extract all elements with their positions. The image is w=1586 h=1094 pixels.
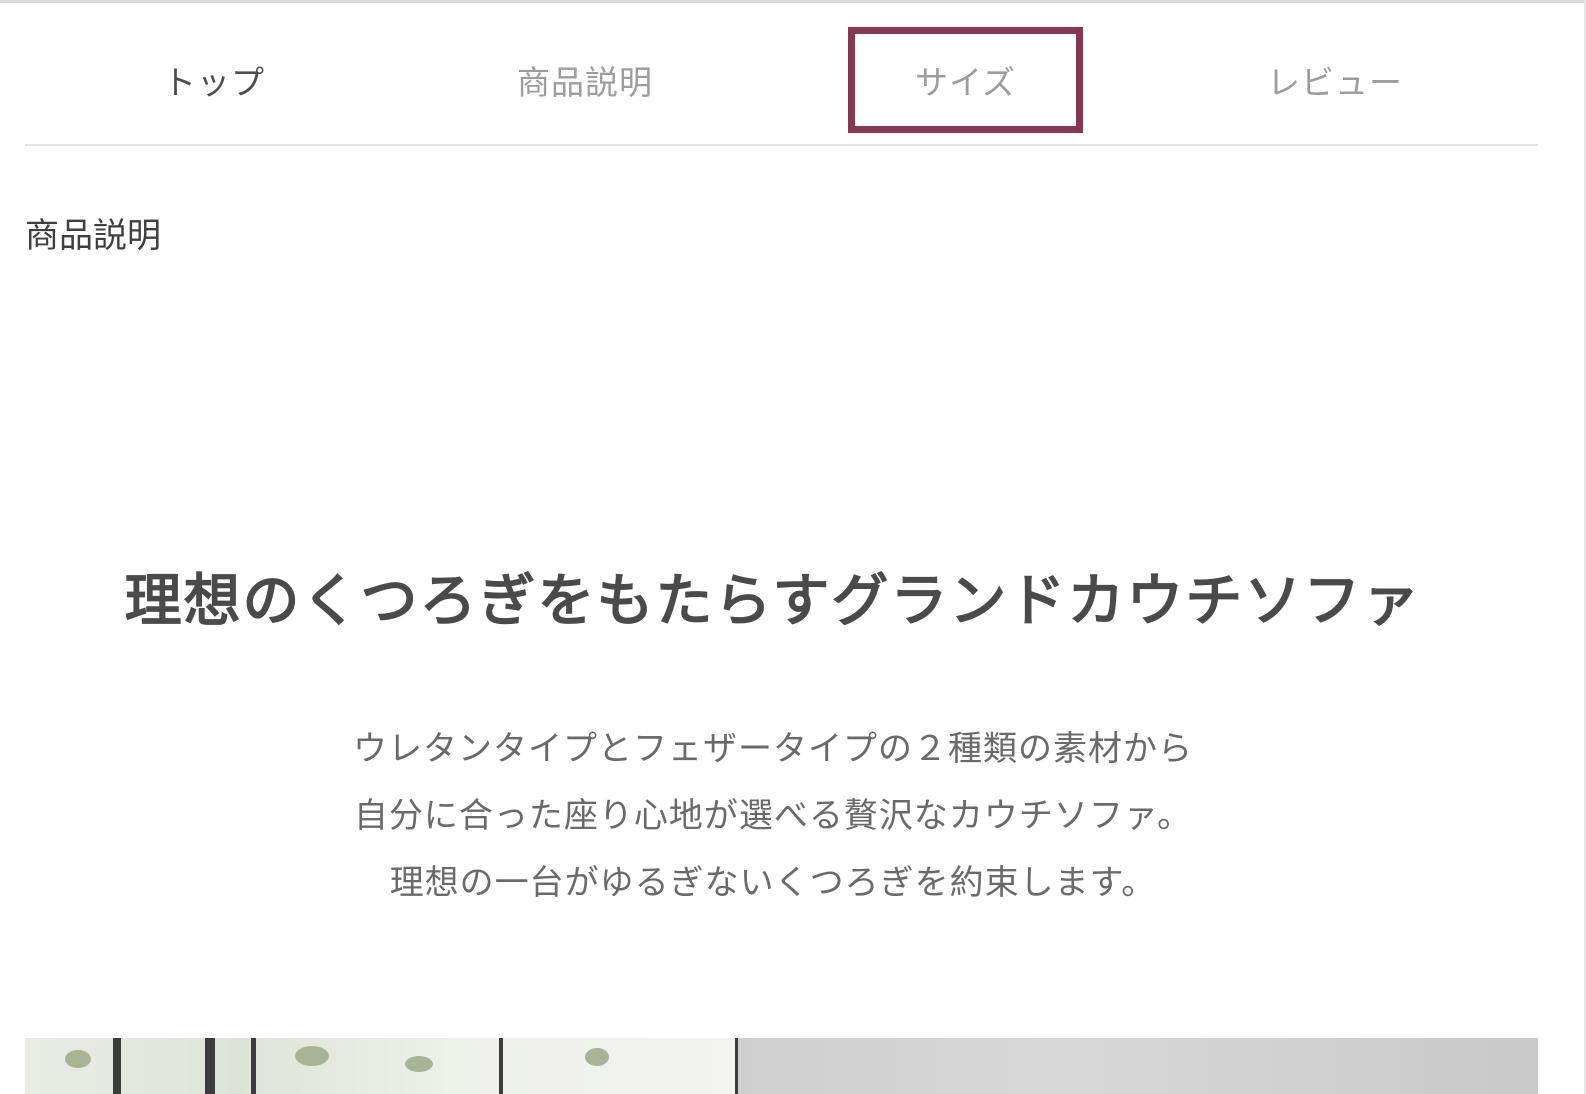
product-page: トップ 商品説明 サイズ レビュー 商品説明 理想のくつろぎをもたらすグランドカ… — [0, 0, 1586, 1094]
foliage — [295, 1046, 329, 1066]
window-frame — [499, 1038, 503, 1094]
description-line: ウレタンタイプとフェザータイプの２種類の素材から — [353, 729, 1193, 769]
window-frame — [113, 1038, 121, 1094]
window-frame — [735, 1038, 738, 1094]
photo-wall-area — [737, 1038, 1538, 1094]
window-frame — [205, 1038, 215, 1094]
description-line: 理想の一台がゆるぎないくつろぎを約束します。 — [389, 863, 1157, 903]
window-frame — [251, 1038, 256, 1094]
product-photo — [25, 1038, 1538, 1094]
description-line: 自分に合った座り心地が選べる贅沢なカウチソファ。 — [353, 796, 1193, 836]
product-description: ウレタンタイプとフェザータイプの２種類の素材から 自分に合った座り心地が選べる贅… — [0, 716, 1546, 917]
tab-description[interactable]: 商品説明 — [505, 38, 665, 122]
photo-window-area — [25, 1038, 737, 1094]
tab-top[interactable]: トップ — [140, 38, 288, 122]
foliage — [405, 1056, 433, 1072]
tab-review[interactable]: レビュー — [1265, 38, 1405, 122]
foliage — [585, 1048, 609, 1066]
tab-size[interactable]: サイズ — [848, 27, 1083, 133]
section-title: 商品説明 — [25, 216, 161, 256]
foliage — [65, 1050, 91, 1068]
tab-navigation: トップ 商品説明 サイズ レビュー — [25, 0, 1538, 146]
product-headline: 理想のくつろぎをもたらすグランドカウチソファ — [124, 568, 1422, 634]
